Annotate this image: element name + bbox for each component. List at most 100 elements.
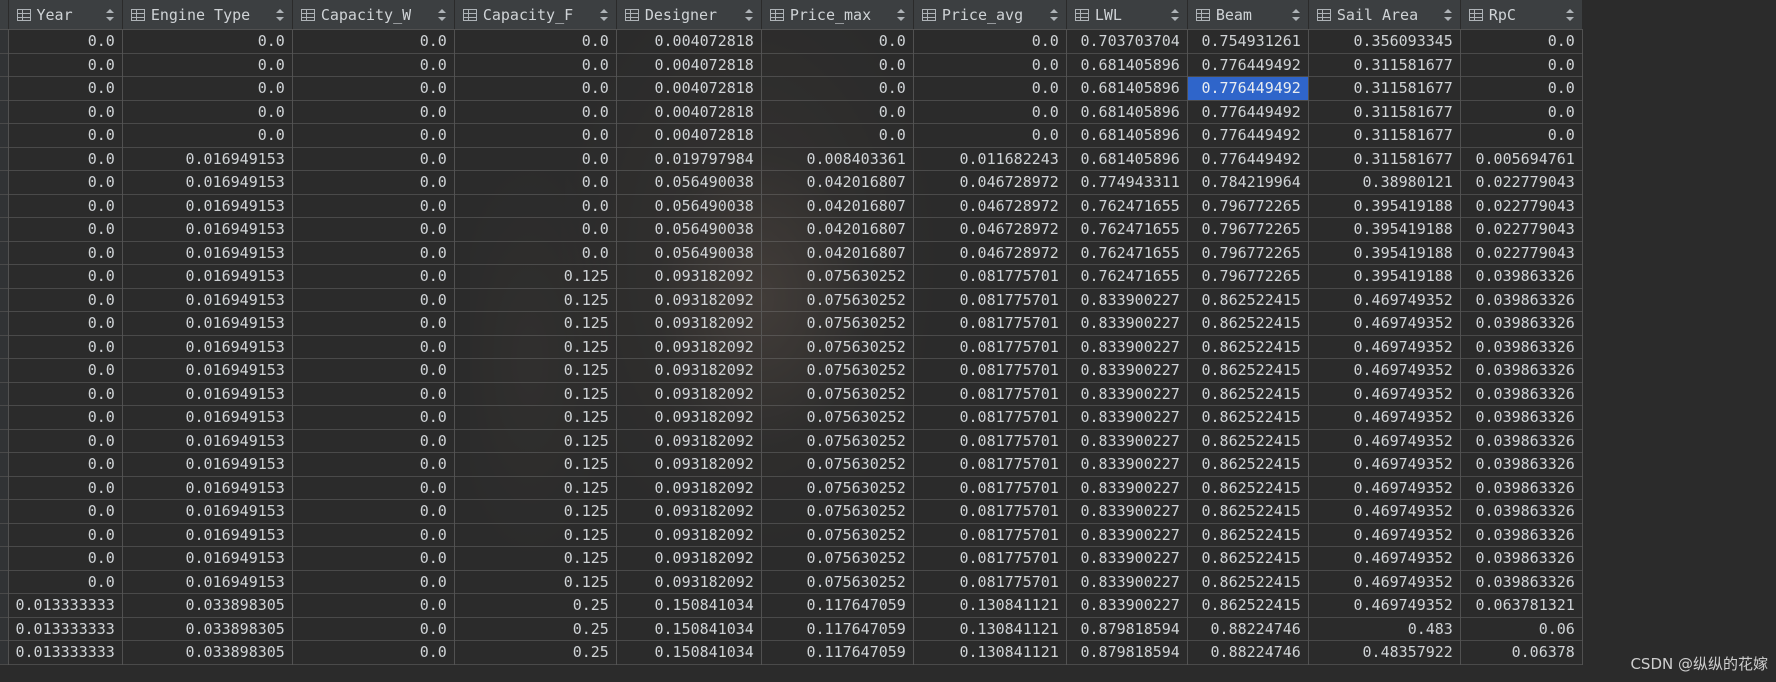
cell-designer[interactable]: 0.019797984 — [616, 147, 762, 171]
cell-capacity-f[interactable]: 0.125 — [454, 405, 617, 430]
cell-capacity-w[interactable]: 0.0 — [292, 53, 455, 77]
table-row[interactable]: 0.0 0.016949153 0.0 0.125 0.093182092 0.07563… — [0, 264, 1583, 289]
cell-beam[interactable]: 0.862522415 — [1187, 523, 1309, 547]
cell-engine-type[interactable]: 0.016949153 — [122, 570, 293, 594]
cell-engine-type[interactable]: 0.016949153 — [122, 311, 293, 336]
cell-capacity-w[interactable]: 0.0 — [292, 593, 455, 618]
cell-engine-type[interactable]: 0.016949153 — [122, 405, 293, 430]
cell-capacity-w[interactable]: 0.0 — [292, 358, 455, 383]
cell-rpc[interactable]: 0.039863326 — [1460, 311, 1583, 336]
cell-price-avg[interactable]: 0.130841121 — [913, 617, 1067, 641]
cell-lwl[interactable]: 0.762471655 — [1066, 264, 1188, 289]
cell-lwl[interactable]: 0.879818594 — [1066, 640, 1188, 665]
cell-rpc[interactable]: 0.063781321 — [1460, 593, 1583, 618]
cell-lwl[interactable]: 0.833900227 — [1066, 570, 1188, 594]
row-header[interactable] — [0, 593, 9, 618]
cell-beam[interactable]: 0.862522415 — [1187, 335, 1309, 359]
cell-lwl[interactable]: 0.833900227 — [1066, 593, 1188, 618]
cell-rpc[interactable]: 0.005694761 — [1460, 147, 1583, 171]
table-row[interactable]: 0.0 0.016949153 0.0 0.0 0.019797984 0.0084033… — [0, 147, 1583, 171]
cell-price-avg[interactable]: 0.046728972 — [913, 194, 1067, 218]
row-header[interactable] — [0, 29, 9, 54]
cell-price-max[interactable]: 0.075630252 — [761, 523, 914, 547]
row-header[interactable] — [0, 405, 9, 430]
cell-engine-type[interactable]: 0.033898305 — [122, 640, 293, 665]
cell-capacity-f[interactable]: 0.125 — [454, 429, 617, 453]
cell-designer[interactable]: 0.093182092 — [616, 476, 762, 500]
table-row[interactable]: 0.0 0.016949153 0.0 0.0 0.056490038 0.0420168… — [0, 241, 1583, 265]
cell-engine-type[interactable]: 0.016949153 — [122, 429, 293, 453]
table-row[interactable]: 0.013333333 0.033898305 0.0 0.25 0.150841034… — [0, 640, 1583, 665]
cell-price-max[interactable]: 0.075630252 — [761, 264, 914, 289]
cell-engine-type[interactable]: 0.033898305 — [122, 593, 293, 618]
cell-rpc[interactable]: 0.0 — [1460, 76, 1583, 101]
cell-beam[interactable]: 0.862522415 — [1187, 311, 1309, 336]
cell-sail-area[interactable]: 0.469749352 — [1308, 335, 1461, 359]
cell-beam[interactable]: 0.754931261 — [1187, 29, 1309, 54]
cell-rpc[interactable]: 0.039863326 — [1460, 358, 1583, 383]
cell-sail-area[interactable]: 0.311581677 — [1308, 147, 1461, 171]
cell-lwl[interactable]: 0.681405896 — [1066, 100, 1188, 124]
cell-designer[interactable]: 0.093182092 — [616, 546, 762, 571]
cell-capacity-f[interactable]: 0.0 — [454, 147, 617, 171]
table-row[interactable]: 0.0 0.0 0.0 0.0 0.004072818 0.0 0.0 0.681405896… — [0, 123, 1583, 148]
sort-icon[interactable] — [1565, 8, 1574, 21]
sort-icon[interactable] — [1170, 8, 1179, 21]
cell-designer[interactable]: 0.150841034 — [616, 640, 762, 665]
cell-capacity-f[interactable]: 0.0 — [454, 217, 617, 242]
cell-lwl[interactable]: 0.762471655 — [1066, 241, 1188, 265]
cell-capacity-f[interactable]: 0.125 — [454, 499, 617, 524]
cell-price-max[interactable]: 0.075630252 — [761, 311, 914, 336]
cell-designer[interactable]: 0.150841034 — [616, 593, 762, 618]
cell-engine-type[interactable]: 0.0 — [122, 29, 293, 54]
cell-designer[interactable]: 0.093182092 — [616, 264, 762, 289]
cell-designer[interactable]: 0.093182092 — [616, 499, 762, 524]
cell-price-max[interactable]: 0.117647059 — [761, 617, 914, 641]
table-row[interactable]: 0.0 0.016949153 0.0 0.125 0.093182092 0.07563… — [0, 452, 1583, 477]
row-header[interactable] — [0, 452, 9, 477]
cell-capacity-w[interactable]: 0.0 — [292, 429, 455, 453]
cell-engine-type[interactable]: 0.0 — [122, 100, 293, 124]
cell-capacity-w[interactable]: 0.0 — [292, 29, 455, 54]
sort-icon[interactable] — [275, 8, 284, 21]
cell-engine-type[interactable]: 0.016949153 — [122, 217, 293, 242]
cell-capacity-f[interactable]: 0.0 — [454, 241, 617, 265]
cell-sail-area[interactable]: 0.483 — [1308, 617, 1461, 641]
cell-capacity-f[interactable]: 0.0 — [454, 170, 617, 195]
cell-price-max[interactable]: 0.075630252 — [761, 358, 914, 383]
row-header[interactable] — [0, 523, 9, 547]
cell-rpc[interactable]: 0.0 — [1460, 29, 1583, 54]
cell-year[interactable]: 0.0 — [8, 546, 123, 571]
cell-sail-area[interactable]: 0.311581677 — [1308, 123, 1461, 148]
cell-capacity-w[interactable]: 0.0 — [292, 476, 455, 500]
sort-icon[interactable] — [599, 8, 608, 21]
cell-rpc[interactable]: 0.039863326 — [1460, 452, 1583, 477]
cell-price-avg[interactable]: 0.0 — [913, 53, 1067, 77]
cell-rpc[interactable]: 0.039863326 — [1460, 546, 1583, 571]
cell-engine-type[interactable]: 0.016949153 — [122, 335, 293, 359]
sort-icon[interactable] — [1291, 8, 1300, 21]
cell-year[interactable]: 0.0 — [8, 476, 123, 500]
cell-price-avg[interactable]: 0.081775701 — [913, 382, 1067, 406]
cell-capacity-f[interactable]: 0.25 — [454, 593, 617, 618]
cell-sail-area[interactable]: 0.469749352 — [1308, 311, 1461, 336]
cell-designer[interactable]: 0.056490038 — [616, 170, 762, 195]
row-header[interactable] — [0, 546, 9, 571]
cell-beam[interactable]: 0.776449492 — [1187, 147, 1309, 171]
cell-price-avg[interactable]: 0.046728972 — [913, 217, 1067, 242]
cell-designer[interactable]: 0.093182092 — [616, 405, 762, 430]
cell-engine-type[interactable]: 0.0 — [122, 53, 293, 77]
cell-price-max[interactable]: 0.075630252 — [761, 382, 914, 406]
row-header[interactable] — [0, 617, 9, 641]
cell-year[interactable]: 0.0 — [8, 29, 123, 54]
row-header[interactable] — [0, 499, 9, 524]
cell-rpc[interactable]: 0.039863326 — [1460, 405, 1583, 430]
cell-designer[interactable]: 0.093182092 — [616, 358, 762, 383]
cell-sail-area[interactable]: 0.311581677 — [1308, 76, 1461, 101]
cell-capacity-f[interactable]: 0.25 — [454, 640, 617, 665]
sort-icon[interactable] — [896, 8, 905, 21]
cell-designer[interactable]: 0.093182092 — [616, 288, 762, 312]
cell-price-avg[interactable]: 0.130841121 — [913, 640, 1067, 665]
cell-price-max[interactable]: 0.0 — [761, 29, 914, 54]
cell-capacity-w[interactable]: 0.0 — [292, 382, 455, 406]
